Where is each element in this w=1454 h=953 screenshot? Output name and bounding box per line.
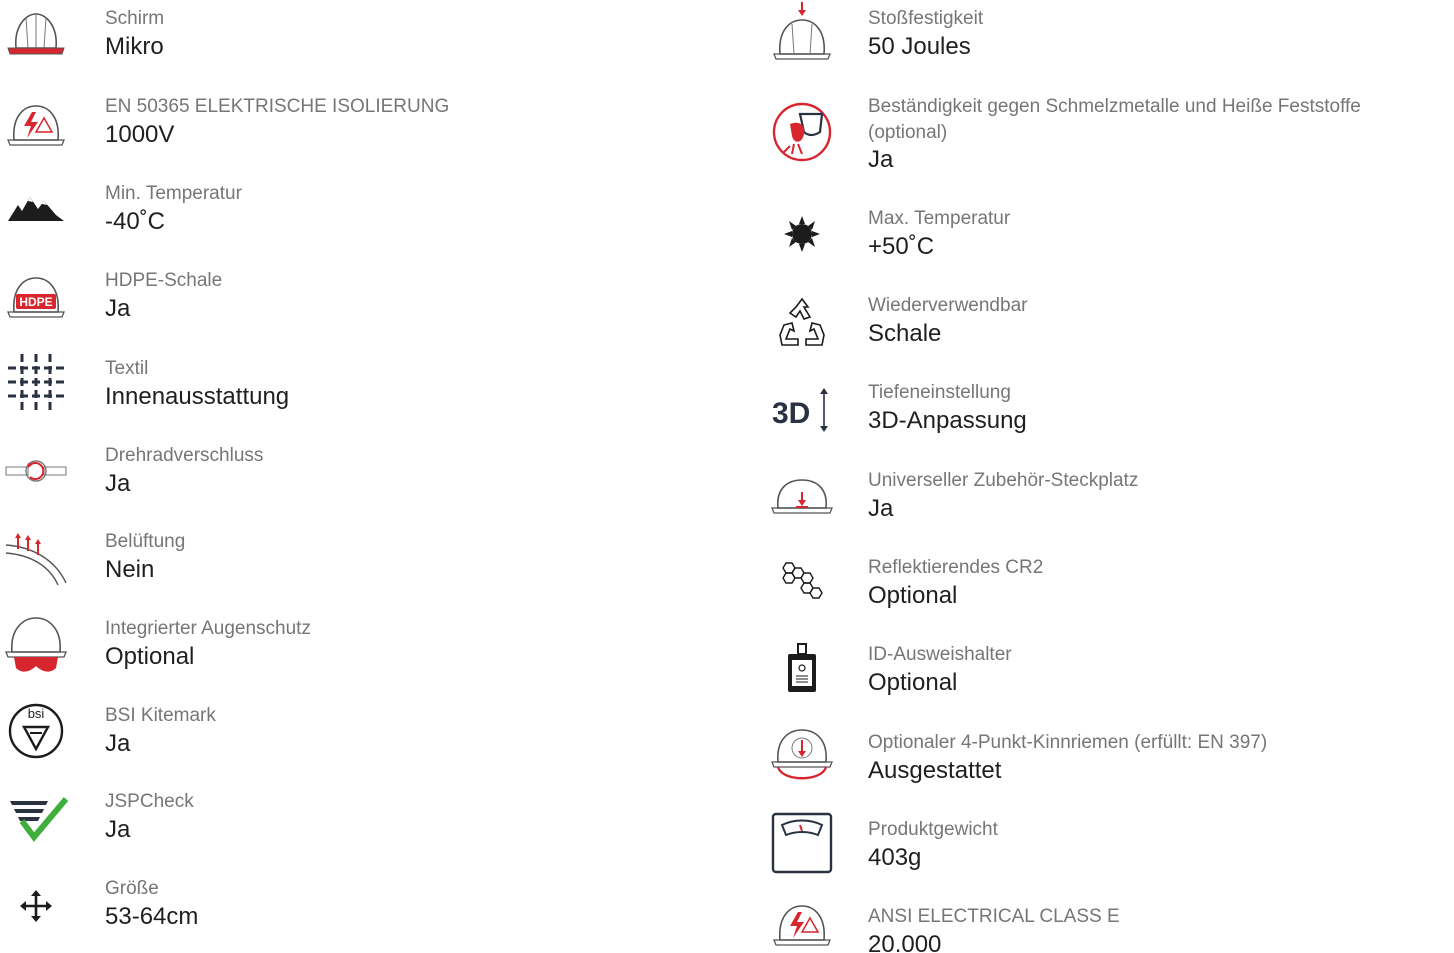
textile-grid-icon (4, 350, 68, 414)
feature-value: -40˚C (105, 208, 166, 235)
molten-metal-icon (770, 100, 834, 164)
feature-label: ID-Ausweishalter (868, 644, 1012, 665)
feature-label: ANSI ELECTRICAL CLASS E (868, 906, 1120, 927)
feature-value: Ja (105, 730, 131, 757)
feature-label: JSPCheck (105, 791, 194, 812)
feature-value: Ja (105, 816, 131, 843)
feature-label: Integrierter Augenschutz (105, 618, 311, 639)
impact-helmet-icon (770, 0, 834, 64)
feature-value: Ja (868, 146, 894, 173)
feature-label: Beständigkeit gegen Schmelzmetalle und H… (868, 96, 1361, 117)
ratchet-wheel-icon (4, 441, 68, 505)
weight-scale-icon (770, 811, 834, 875)
feature-label: EN 50365 ELEKTRISCHE ISOLIERUNG (105, 96, 450, 117)
feature-label: Max. Temperatur (868, 208, 1011, 229)
helmet-peak-icon (4, 4, 68, 68)
bsi-text: bsi (28, 706, 45, 721)
3d-text: 3D (772, 397, 810, 430)
feature-value: Ja (868, 495, 894, 522)
jspcheck-icon (4, 787, 69, 851)
feature-value: Ja (105, 295, 131, 322)
feature-value: 53-64cm (105, 903, 199, 930)
feature-value: Mikro (105, 33, 164, 60)
feature-value: Ja (105, 470, 131, 497)
feature-label: Optionaler 4-Punkt-Kinnriemen (erfüllt: … (868, 732, 1268, 753)
feature-label: Min. Temperatur (105, 183, 242, 204)
feature-value: Ausgestattet (868, 757, 1002, 784)
feature-label: Stoßfestigkeit (868, 8, 984, 29)
sun-icon (770, 204, 834, 268)
svg-text:HDPE: HDPE (19, 295, 52, 309)
helmet-visor-icon (4, 614, 68, 678)
feature-value: Optional (105, 643, 195, 670)
ventilation-icon (4, 527, 68, 591)
feature-value: 3D-Anpassung (868, 407, 1027, 434)
depth-3d-icon: 3D (770, 378, 834, 442)
hexagons-icon (770, 553, 834, 617)
hdpe-helmet-icon: HDPE (4, 266, 68, 330)
feature-label: Größe (105, 878, 159, 899)
ansi-electrical-icon (770, 892, 834, 953)
electrical-helmet-icon (4, 92, 68, 156)
recycle-icon (770, 291, 834, 355)
feature-value: 20.000 (868, 931, 942, 953)
feature-label: Tiefeneinstellung (868, 382, 1011, 403)
feature-label-line2: (optional) (868, 122, 948, 143)
feature-value: Optional (868, 582, 958, 609)
feature-label: Universeller Zubehör-Steckplatz (868, 470, 1139, 491)
feature-label: BSI Kitemark (105, 705, 216, 726)
feature-value: Nein (105, 556, 155, 583)
accessory-slot-icon (770, 466, 834, 530)
feature-label: HDPE-Schale (105, 270, 223, 291)
id-badge-icon (770, 640, 834, 704)
feature-value: 50 Joules (868, 33, 971, 60)
feature-value: +50˚C (868, 233, 935, 260)
bsi-kitemark-icon: bsi (4, 701, 68, 765)
feature-label: Textil (105, 358, 149, 379)
resize-arrows-icon (4, 874, 68, 938)
feature-value: 403g (868, 844, 922, 871)
feature-value: Schale (868, 320, 942, 347)
feature-label: Reflektierendes CR2 (868, 557, 1044, 578)
feature-value: 1000V (105, 121, 175, 148)
feature-value: Innenausstattung (105, 383, 290, 410)
feature-value: Optional (868, 669, 958, 696)
feature-label: Belüftung (105, 531, 186, 552)
mountains-icon (4, 179, 68, 243)
feature-label: Drehradverschluss (105, 445, 264, 466)
chinstrap-helmet-icon (770, 728, 834, 792)
feature-label: Wiederverwendbar (868, 295, 1028, 316)
feature-label: Produktgewicht (868, 819, 998, 840)
feature-label: Schirm (105, 8, 165, 29)
